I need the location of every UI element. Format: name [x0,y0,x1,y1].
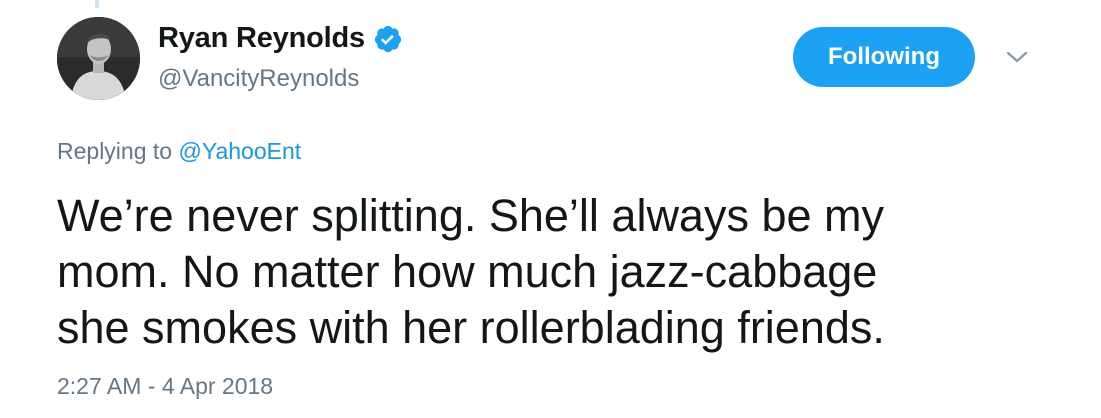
reply-prefix: Replying to [57,138,173,164]
avatar-photo [57,17,140,100]
tweet-text: We’re never splitting. She’ll always be … [57,188,1067,356]
avatar[interactable] [57,17,140,100]
tweet-timestamp[interactable]: 2:27 AM - 4 Apr 2018 [57,373,273,400]
reply-context: Replying to @YahooEnt [57,138,301,165]
thread-connector-line [95,0,99,8]
author-handle[interactable]: @VancityReynolds [158,65,359,93]
author-name-row[interactable]: Ryan Reynolds [158,22,403,55]
reply-mention-link[interactable]: @YahooEnt [178,138,301,164]
tweet-text-line: We’re never splitting. She’ll always be … [57,190,885,241]
author-display-name[interactable]: Ryan Reynolds [158,22,365,55]
following-button[interactable]: Following [793,27,975,87]
tweet-text-line: she smokes with her rollerblading friend… [57,302,885,353]
verified-badge-icon [373,24,403,54]
tweet-text-line: mom. No matter how much jazz-cabbage [57,246,878,297]
chevron-down-icon[interactable] [1005,48,1029,66]
